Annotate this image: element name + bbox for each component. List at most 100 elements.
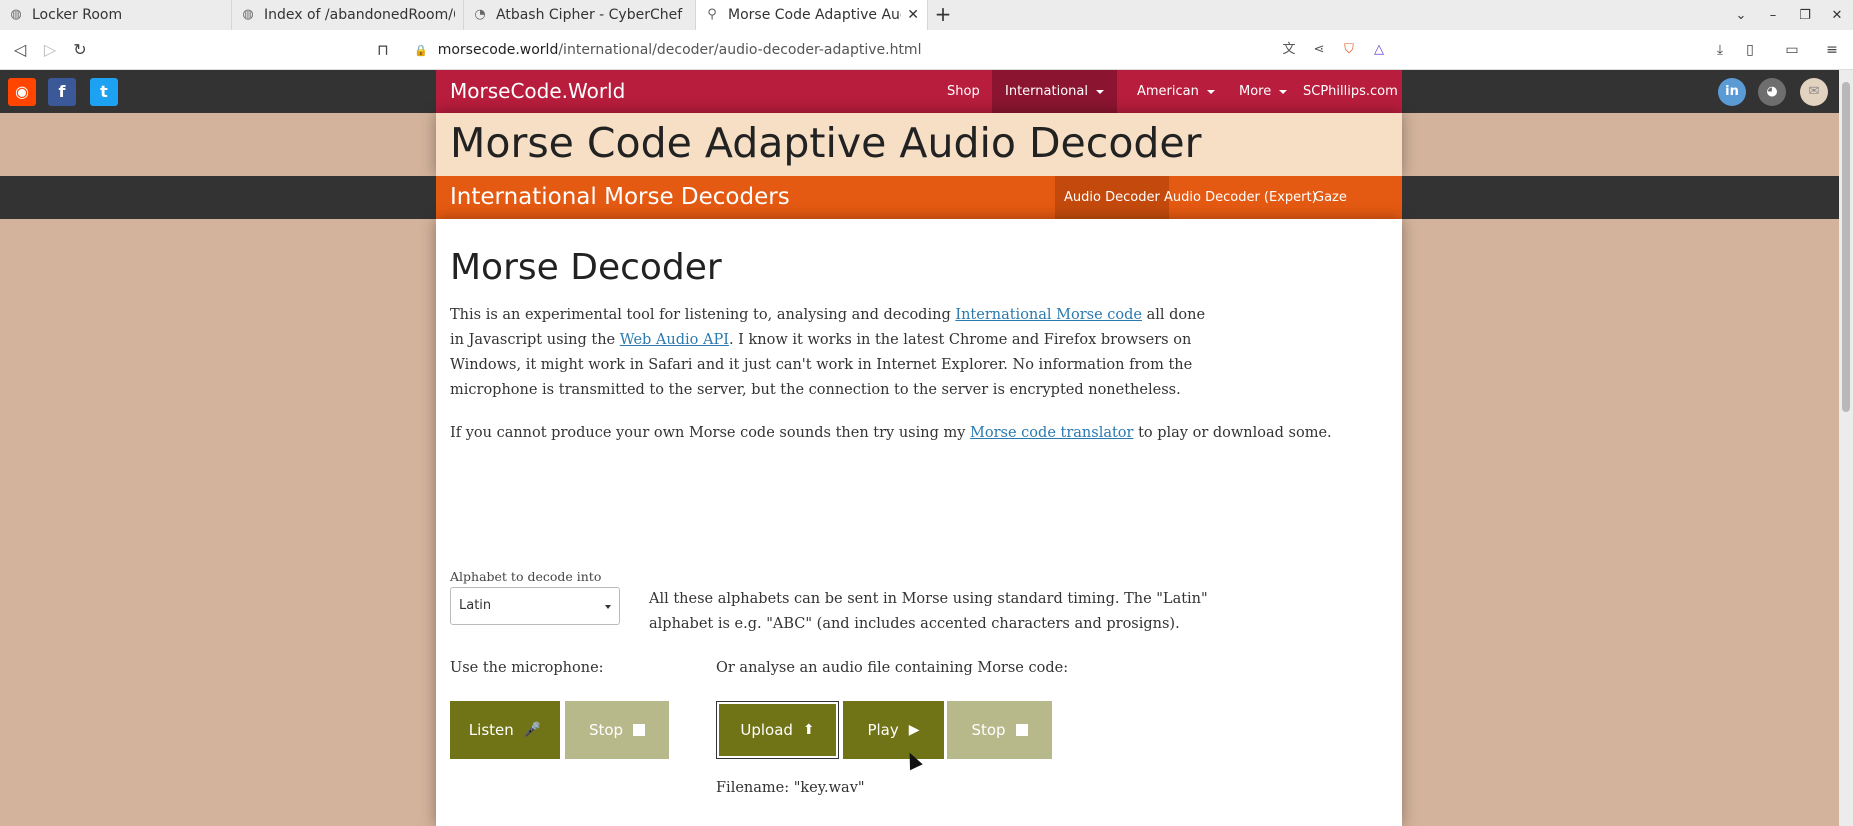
alphabet-note: All these alphabets can be sent in Morse… [649, 591, 1208, 632]
caret-down-icon [1095, 89, 1104, 94]
scrollbar-thumb[interactable] [1842, 82, 1850, 412]
alphabet-value: Latin [459, 598, 492, 613]
stop-file-button[interactable]: Stop [947, 701, 1052, 759]
url-host: morsecode.world [437, 42, 559, 58]
sidebar-icon[interactable]: ▯ [1738, 38, 1762, 62]
tab-title: Atbash Cipher - CyberChef [496, 7, 683, 23]
listen-button[interactable]: Listen 🎤 [450, 701, 560, 759]
address-toolbar: ◁ ▷ ↻ ⊓ 🔒 morsecode.world/international/… [0, 30, 1853, 70]
nav-label: Shop [947, 84, 980, 99]
caret-down-icon [1279, 89, 1288, 94]
section-band: International Morse Decoders Audio Decod… [0, 176, 1853, 248]
nav-label: International [1005, 84, 1088, 99]
tab-title: Morse Code Adaptive Audic [728, 7, 902, 23]
nav-international[interactable]: International [992, 70, 1117, 113]
alphabet-select[interactable]: Latin [450, 587, 620, 625]
reddit-icon[interactable]: ◉ [8, 78, 36, 106]
site-brand[interactable]: MorseCode.World [450, 70, 625, 113]
forward-icon[interactable]: ▷ [38, 38, 62, 62]
url-bar[interactable]: 🔒 morsecode.world/international/decoder/… [404, 36, 1446, 64]
text: This is an experimental tool for listeni… [450, 307, 956, 323]
upload-icon: ⬆ [802, 722, 815, 738]
globe-icon: ◍ [242, 7, 254, 22]
button-label: Stop [588, 721, 624, 739]
play-icon: ▶ [908, 722, 920, 738]
menu-icon[interactable]: ≡ [1820, 38, 1844, 62]
github-icon[interactable]: ◕ [1758, 78, 1786, 106]
nav-shop[interactable]: Shop [934, 70, 993, 113]
nav-label: SCPhillips.com [1303, 84, 1398, 99]
translate-icon[interactable]: 文 [1280, 41, 1298, 59]
url-path: /international/decoder/audio-decoder-ada… [558, 42, 922, 58]
cyberchef-icon: ◔ [474, 7, 486, 22]
text: to play or download some. [1133, 425, 1332, 441]
brave-shield-icon[interactable]: ⛉ [1340, 41, 1358, 59]
text: If you cannot produce your own Morse cod… [450, 425, 971, 441]
nav-american[interactable]: American [1124, 70, 1228, 113]
close-tab-icon[interactable]: ✕ [907, 7, 919, 23]
filename-text: Filename: "key.wav" [716, 780, 865, 796]
browser-tab[interactable]: ◍ Locker Room [0, 0, 232, 30]
facebook-icon[interactable]: f [48, 78, 76, 106]
button-label: Listen [468, 721, 514, 739]
file-label: Or analyse an audio file containing Mors… [716, 660, 1069, 676]
lock-icon: 🔒 [414, 43, 428, 57]
main-content: Morse Decoder This is an experimental to… [436, 219, 1402, 826]
browser-tab-active[interactable]: ⚲ Morse Code Adaptive Audic ✕ [696, 0, 928, 30]
new-tab-button[interactable]: + [928, 0, 958, 30]
mic-label: Use the microphone: [450, 660, 604, 676]
wallet-icon[interactable]: ▭ [1780, 38, 1804, 62]
button-label: Play [867, 721, 899, 739]
international-morse-link[interactable]: International Morse code [955, 307, 1142, 323]
play-button[interactable]: Play ▶ [843, 701, 944, 759]
translator-paragraph: If you cannot produce your own Morse cod… [450, 421, 1350, 446]
brand-bar: MorseCode.World Shop International Ameri… [436, 70, 1402, 113]
browser-tab[interactable]: ◔ Atbash Cipher - CyberChef [464, 0, 696, 30]
globe-icon: ◍ [10, 7, 22, 22]
microphone-icon: 🎤 [523, 722, 542, 738]
morse-key-icon: ⚲ [707, 7, 717, 22]
subnav-gaze-decoder[interactable]: Gaze Decoder [1305, 176, 1402, 248]
subnav-audio-decoder[interactable]: Audio Decoder [1055, 176, 1169, 219]
window-controls: ⌄ – ❐ ✕ [1725, 0, 1853, 30]
tab-list-icon[interactable]: ⌄ [1725, 8, 1757, 23]
caret-down-icon [1206, 89, 1215, 94]
tab-title: Index of /abandonedRoom/68 [264, 7, 455, 23]
morse-translator-link[interactable]: Morse code translator [970, 425, 1133, 441]
nav-label: More [1239, 84, 1272, 99]
twitter-icon[interactable]: t [90, 78, 118, 106]
stop-icon [1015, 724, 1028, 736]
bookmark-icon[interactable]: ⊓ [372, 38, 394, 62]
section-heading: Morse Decoder [450, 247, 722, 288]
nav-label: American [1137, 84, 1199, 99]
tab-title: Locker Room [32, 7, 123, 23]
button-label: Stop [971, 721, 1006, 739]
web-audio-api-link[interactable]: Web Audio API [620, 332, 729, 348]
browser-tab-bar: ◍ Locker Room ◍ Index of /abandonedRoom/… [0, 0, 1853, 30]
page-title-band: Morse Code Adaptive Audio Decoder [436, 113, 1402, 176]
subnav-audio-decoder-expert[interactable]: Audio Decoder (Expert) [1155, 176, 1326, 219]
alphabet-label: Alphabet to decode into [450, 569, 602, 584]
reload-icon[interactable]: ↻ [68, 38, 92, 62]
page-title: Morse Code Adaptive Audio Decoder [450, 119, 1202, 167]
email-icon[interactable]: ✉ [1800, 78, 1828, 106]
page-scrollbar[interactable] [1839, 70, 1853, 826]
chevron-down-icon [605, 605, 611, 609]
brave-rewards-icon[interactable]: △ [1370, 41, 1388, 59]
intro-paragraph: This is an experimental tool for listeni… [450, 303, 1210, 403]
close-window-icon[interactable]: ✕ [1821, 8, 1853, 23]
share-icon[interactable]: ⋖ [1310, 41, 1328, 59]
stop-icon [633, 724, 646, 736]
back-icon[interactable]: ◁ [8, 38, 32, 62]
section-title: International Morse Decoders [450, 184, 790, 210]
minimize-icon[interactable]: – [1757, 8, 1789, 23]
downloads-icon[interactable]: ⤓ [1708, 38, 1732, 62]
linkedin-icon[interactable]: in [1718, 78, 1746, 106]
stop-mic-button[interactable]: Stop [565, 701, 669, 759]
button-label: Upload [740, 721, 793, 739]
upload-button[interactable]: Upload ⬆ [716, 701, 839, 759]
nav-scphillips[interactable]: SCPhillips.com [1290, 70, 1411, 113]
restore-icon[interactable]: ❐ [1789, 8, 1821, 23]
section-bar: International Morse Decoders Audio Decod… [436, 176, 1402, 248]
browser-tab[interactable]: ◍ Index of /abandonedRoom/68 [232, 0, 464, 30]
